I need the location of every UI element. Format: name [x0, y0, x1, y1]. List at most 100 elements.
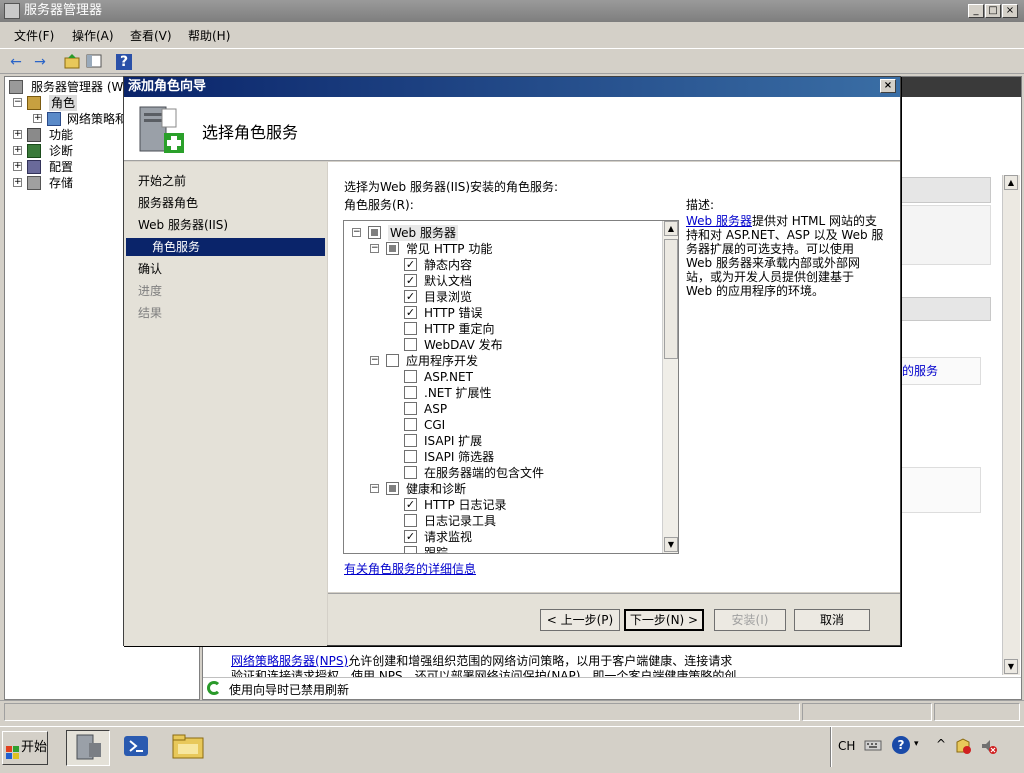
start-button[interactable]: 开始: [2, 731, 48, 765]
role-service-checkbox[interactable]: [404, 370, 417, 383]
role-service-checkbox[interactable]: [404, 514, 417, 527]
role-service-checkbox[interactable]: [404, 418, 417, 431]
role-service-item[interactable]: CGI: [344, 417, 660, 433]
role-service-item[interactable]: ASP: [344, 401, 660, 417]
expand-icon[interactable]: +: [13, 130, 22, 139]
role-service-item[interactable]: ISAPI 扩展: [344, 433, 660, 449]
cancel-button[interactable]: 取消: [794, 609, 870, 631]
role-service-item[interactable]: − 健康和诊断: [344, 481, 660, 497]
role-service-checkbox[interactable]: ✓: [404, 498, 417, 511]
role-service-checkbox[interactable]: ✓: [404, 530, 417, 543]
role-service-label: ISAPI 筛选器: [424, 450, 495, 464]
maximize-button[interactable]: □: [985, 4, 1001, 18]
previous-button[interactable]: < 上一步(P): [540, 609, 620, 631]
role-service-item[interactable]: 日志记录工具: [344, 513, 660, 529]
list-scrollbar[interactable]: ▲ ▼: [662, 221, 678, 553]
language-indicator[interactable]: CH: [838, 739, 855, 753]
taskbar-server-manager[interactable]: [66, 730, 110, 766]
scroll-up-icon[interactable]: ▲: [1004, 175, 1018, 190]
role-service-checkbox[interactable]: [386, 482, 399, 495]
role-service-item[interactable]: ISAPI 筛选器: [344, 449, 660, 465]
status-cell: [934, 703, 1020, 721]
action-center-icon[interactable]: [954, 737, 972, 755]
role-service-checkbox[interactable]: [404, 450, 417, 463]
nps-link[interactable]: 网络策略服务器(NPS): [231, 654, 348, 668]
more-info-link[interactable]: 有关角色服务的详细信息: [344, 560, 476, 577]
description-web-server-link[interactable]: Web 服务器: [686, 214, 752, 228]
chevron-down-icon[interactable]: ▾: [914, 739, 919, 749]
tree-item-roles[interactable]: − 角色: [13, 95, 78, 111]
role-service-item[interactable]: ✓ 静态内容: [344, 257, 660, 273]
expand-icon[interactable]: +: [33, 114, 42, 123]
collapse-icon[interactable]: −: [370, 356, 379, 365]
close-button[interactable]: ×: [1002, 4, 1018, 18]
back-arrow-icon[interactable]: ←: [6, 52, 26, 72]
window-title: 服务器管理器: [24, 3, 103, 18]
role-service-item[interactable]: HTTP 重定向: [344, 321, 660, 337]
role-service-checkbox[interactable]: ✓: [404, 290, 417, 303]
show-hide-tree-icon[interactable]: [84, 52, 104, 72]
minimize-button[interactable]: _: [968, 4, 984, 18]
keyboard-icon[interactable]: [864, 737, 882, 753]
role-service-checkbox[interactable]: [404, 386, 417, 399]
role-service-checkbox[interactable]: [386, 242, 399, 255]
scroll-down-icon[interactable]: ▼: [1004, 659, 1018, 674]
collapse-icon[interactable]: −: [370, 244, 379, 253]
nav-before-you-begin[interactable]: 开始之前: [138, 172, 186, 190]
role-service-checkbox[interactable]: ✓: [404, 306, 417, 319]
expand-icon[interactable]: +: [13, 146, 22, 155]
role-service-item[interactable]: ✓ HTTP 日志记录: [344, 497, 660, 513]
next-button[interactable]: 下一步(N) >: [624, 609, 704, 631]
speaker-muted-icon[interactable]: [980, 737, 998, 755]
role-service-item[interactable]: ✓ HTTP 错误: [344, 305, 660, 321]
menu-file[interactable]: 文件(F): [14, 27, 54, 44]
nav-web-server[interactable]: Web 服务器(IIS): [138, 216, 228, 234]
role-service-item[interactable]: − 应用程序开发: [344, 353, 660, 369]
up-folder-icon[interactable]: [62, 52, 82, 72]
collapse-icon[interactable]: −: [370, 484, 379, 493]
role-service-item[interactable]: ✓ 请求监视: [344, 529, 660, 545]
role-service-item[interactable]: 跟踪: [344, 545, 660, 553]
role-service-item[interactable]: WebDAV 发布: [344, 337, 660, 353]
details-scrollbar[interactable]: ▲ ▼: [1002, 175, 1020, 675]
services-link[interactable]: 的服务: [902, 364, 938, 378]
expand-icon[interactable]: +: [13, 178, 22, 187]
role-service-checkbox[interactable]: [368, 226, 381, 239]
nav-role-services[interactable]: 角色服务: [126, 238, 325, 256]
role-service-item[interactable]: ✓ 目录浏览: [344, 289, 660, 305]
role-service-item[interactable]: − Web 服务器: [344, 225, 660, 241]
tray-expand-icon[interactable]: ^: [936, 737, 946, 751]
help-circle-icon[interactable]: ?: [892, 736, 910, 754]
nav-confirmation[interactable]: 确认: [138, 260, 162, 278]
menu-help[interactable]: 帮助(H): [188, 27, 230, 44]
role-service-item[interactable]: ✓ 默认文档: [344, 273, 660, 289]
role-service-item[interactable]: ASP.NET: [344, 369, 660, 385]
role-services-list[interactable]: − Web 服务器 − 常见 HTTP 功能 ✓ 静态内容 ✓ 默认文档 ✓ 目录浏览 ✓ HTTP …: [343, 220, 679, 554]
role-service-checkbox[interactable]: [404, 466, 417, 479]
collapse-icon[interactable]: −: [352, 228, 361, 237]
menu-view[interactable]: 查看(V): [130, 27, 172, 44]
role-service-checkbox[interactable]: [404, 546, 417, 553]
role-service-item[interactable]: .NET 扩展性: [344, 385, 660, 401]
menu-action[interactable]: 操作(A): [72, 27, 114, 44]
taskbar-explorer[interactable]: [170, 730, 214, 766]
taskbar-powershell[interactable]: [120, 730, 164, 766]
forward-arrow-icon[interactable]: →: [30, 52, 50, 72]
dialog-close-button[interactable]: ×: [880, 79, 896, 93]
role-service-checkbox[interactable]: [386, 354, 399, 367]
collapse-icon[interactable]: −: [13, 98, 22, 107]
role-service-checkbox[interactable]: ✓: [404, 258, 417, 271]
expand-icon[interactable]: +: [13, 162, 22, 171]
scroll-up-icon[interactable]: ▲: [664, 221, 678, 236]
scroll-down-icon[interactable]: ▼: [664, 537, 678, 552]
role-service-checkbox[interactable]: [404, 338, 417, 351]
role-service-checkbox[interactable]: [404, 402, 417, 415]
role-service-checkbox[interactable]: [404, 322, 417, 335]
role-service-checkbox[interactable]: ✓: [404, 274, 417, 287]
role-service-checkbox[interactable]: [404, 434, 417, 447]
help-icon[interactable]: ?: [116, 54, 132, 70]
scroll-thumb[interactable]: [664, 239, 678, 359]
nav-server-roles[interactable]: 服务器角色: [138, 194, 198, 212]
role-service-item[interactable]: − 常见 HTTP 功能: [344, 241, 660, 257]
role-service-item[interactable]: 在服务器端的包含文件: [344, 465, 660, 481]
